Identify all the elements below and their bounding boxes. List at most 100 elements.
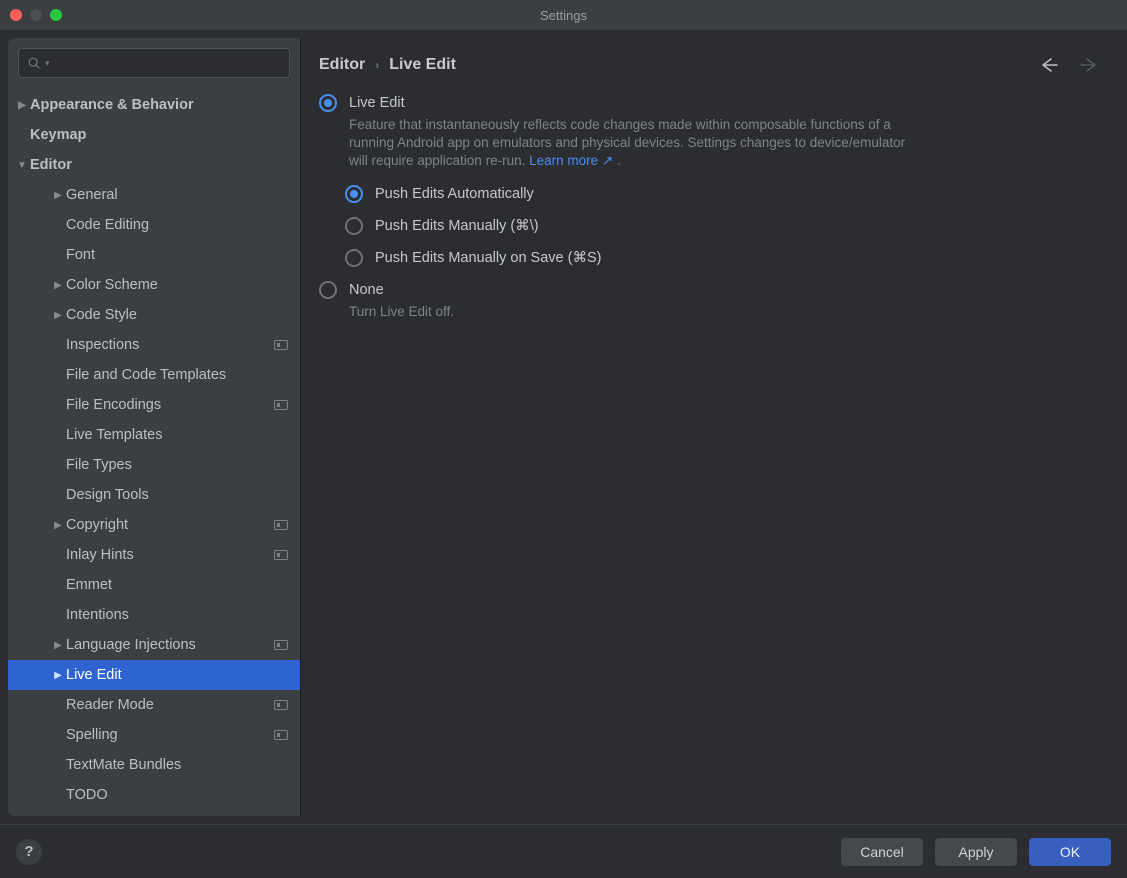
tree-item[interactable]: Emmet <box>8 570 300 600</box>
window-title: Settings <box>540 8 587 23</box>
radio-icon <box>345 217 363 235</box>
nav-back-button[interactable] <box>1039 57 1059 73</box>
tree-item[interactable]: ▼Editor <box>8 150 300 180</box>
nav-forward-button <box>1079 57 1099 73</box>
chevron-right-icon: ▶ <box>14 100 30 111</box>
option-live-edit: Live Edit Feature that instantaneously r… <box>319 94 1099 267</box>
live-edit-description: Feature that instantaneously reflects co… <box>349 116 909 171</box>
learn-more-link[interactable]: Learn more ↗ <box>529 153 613 168</box>
tree-item[interactable]: Font <box>8 240 300 270</box>
sidebar: ▾ ▶Appearance & BehaviorKeymap▼Editor▶Ge… <box>8 38 300 816</box>
radio-push-mode[interactable]: Push Edits Manually (⌘\) <box>345 217 1099 235</box>
window-controls <box>0 9 62 21</box>
chevron-right-icon: ▶ <box>50 190 66 201</box>
tree-item-label: Code Style <box>66 307 288 323</box>
chevron-right-icon: ▶ <box>50 670 66 681</box>
project-scope-icon <box>274 700 288 710</box>
radio-icon <box>319 281 337 299</box>
radio-live-edit[interactable]: Live Edit <box>319 94 1099 112</box>
option-none: None Turn Live Edit off. <box>319 281 1099 321</box>
minimize-window-button[interactable] <box>30 9 42 21</box>
tree-item[interactable]: Live Templates <box>8 420 300 450</box>
search-wrap: ▾ <box>8 38 300 86</box>
radio-none[interactable]: None <box>319 281 1099 299</box>
tree-item[interactable]: Inspections <box>8 330 300 360</box>
tree-item-label: Keymap <box>30 127 288 143</box>
chevron-right-icon: ▶ <box>50 520 66 531</box>
radio-label: Push Edits Automatically <box>375 186 534 202</box>
tree-item[interactable]: Design Tools <box>8 480 300 510</box>
tree-item-label: File Types <box>66 457 288 473</box>
none-description: Turn Live Edit off. <box>349 303 909 321</box>
project-scope-icon <box>274 340 288 350</box>
main-header: Editor › Live Edit <box>301 38 1119 88</box>
tree-item-label: Live Templates <box>66 427 288 443</box>
project-scope-icon <box>274 550 288 560</box>
tree-item[interactable]: ▶General <box>8 180 300 210</box>
chevron-down-icon: ▼ <box>14 160 30 171</box>
tree-item[interactable]: File Types <box>8 450 300 480</box>
radio-label: Live Edit <box>349 95 405 111</box>
search-icon <box>27 56 41 70</box>
tree-item-label: Font <box>66 247 288 263</box>
breadcrumb: Editor › Live Edit <box>319 56 456 74</box>
radio-label: None <box>349 282 384 298</box>
zoom-window-button[interactable] <box>50 9 62 21</box>
radio-icon <box>319 94 337 112</box>
project-scope-icon <box>274 520 288 530</box>
tree-item-label: Inlay Hints <box>66 547 268 563</box>
tree-item[interactable]: Intentions <box>8 600 300 630</box>
tree-item[interactable]: TextMate Bundles <box>8 750 300 780</box>
footer: ? Cancel Apply OK <box>0 824 1127 878</box>
project-scope-icon <box>274 640 288 650</box>
project-scope-icon <box>274 400 288 410</box>
cancel-button[interactable]: Cancel <box>841 838 923 866</box>
ok-button[interactable]: OK <box>1029 838 1111 866</box>
tree-item[interactable]: ▶Code Style <box>8 300 300 330</box>
tree-item-label: Appearance & Behavior <box>30 97 288 113</box>
tree-item-label: General <box>66 187 288 203</box>
tree-item-label: File and Code Templates <box>66 367 288 383</box>
tree-item-label: Intentions <box>66 607 288 623</box>
tree-item[interactable]: File Encodings <box>8 390 300 420</box>
close-window-button[interactable] <box>10 9 22 21</box>
tree-item[interactable]: File and Code Templates <box>8 360 300 390</box>
tree-item[interactable]: Inlay Hints <box>8 540 300 570</box>
tree-item-label: Language Injections <box>66 637 268 653</box>
radio-push-mode[interactable]: Push Edits Manually on Save (⌘S) <box>345 249 1099 267</box>
project-scope-icon <box>274 730 288 740</box>
breadcrumb-parent[interactable]: Editor <box>319 56 365 74</box>
tree-item[interactable]: ▶Copyright <box>8 510 300 540</box>
radio-label: Push Edits Manually on Save (⌘S) <box>375 250 601 266</box>
apply-button[interactable]: Apply <box>935 838 1017 866</box>
tree-item-label: Code Editing <box>66 217 288 233</box>
tree-item-label: Inspections <box>66 337 268 353</box>
tree-item-label: Color Scheme <box>66 277 288 293</box>
tree-item[interactable]: Spelling <box>8 720 300 750</box>
tree-item[interactable]: Code Editing <box>8 210 300 240</box>
external-link-icon: ↗ <box>602 153 613 168</box>
search-input[interactable] <box>54 56 281 71</box>
radio-icon <box>345 185 363 203</box>
tree-item[interactable]: Reader Mode <box>8 690 300 720</box>
chevron-right-icon: › <box>375 58 379 72</box>
tree-item[interactable]: TODO <box>8 780 300 810</box>
radio-label: Push Edits Manually (⌘\) <box>375 218 539 234</box>
tree-item-label: Editor <box>30 157 288 173</box>
tree-item[interactable]: Keymap <box>8 120 300 150</box>
push-modes-group: Push Edits Automatically Push Edits Manua… <box>345 185 1099 267</box>
search-box[interactable]: ▾ <box>18 48 290 78</box>
tree-item[interactable]: ▶Language Injections <box>8 630 300 660</box>
chevron-right-icon: ▶ <box>50 640 66 651</box>
tree-item-label: Design Tools <box>66 487 288 503</box>
tree-item[interactable]: ▶Appearance & Behavior <box>8 90 300 120</box>
content: Live Edit Feature that instantaneously r… <box>301 88 1119 816</box>
help-button[interactable]: ? <box>16 839 42 865</box>
tree-item[interactable]: ▶Color Scheme <box>8 270 300 300</box>
main-panel: Editor › Live Edit Live Edit <box>300 38 1119 816</box>
tree-item[interactable]: ▶Live Edit <box>8 660 300 690</box>
radio-push-mode[interactable]: Push Edits Automatically <box>345 185 1099 203</box>
tree-item-label: Spelling <box>66 727 268 743</box>
settings-tree[interactable]: ▶Appearance & BehaviorKeymap▼Editor▶Gene… <box>8 86 300 816</box>
body: ▾ ▶Appearance & BehaviorKeymap▼Editor▶Ge… <box>0 30 1127 824</box>
